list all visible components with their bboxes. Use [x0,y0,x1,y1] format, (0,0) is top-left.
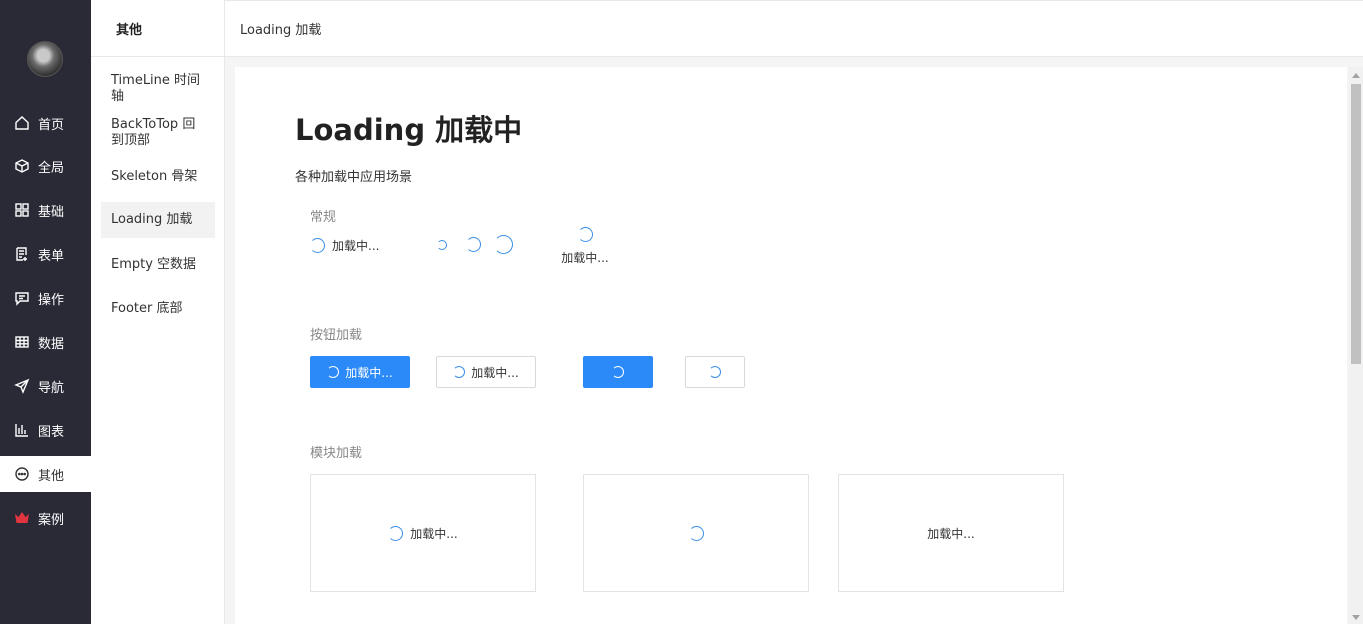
nav-item-global[interactable]: 全局 [0,148,91,184]
submenu-title: 其他 [91,0,224,57]
scrollbar-thumb[interactable] [1351,84,1361,364]
nav-item-other[interactable]: 其他 [0,456,91,492]
cube-icon [14,158,30,174]
nav-item-home[interactable]: 首页 [0,105,91,141]
submenu: 其他 TimeLine 时间轴 BackToTop 回到顶部 Skeleton … [91,0,225,624]
button-label: 加载中... [345,365,393,380]
loading-block-spinner-only [583,474,809,592]
main-nav: 首页 全局 基础 表单 操作 数据 导航 图表 其他 案例 [0,0,91,624]
loading-block-text-only: 加载中... [838,474,1064,592]
section-label-block: 模块加载 [310,446,363,461]
nav-item-operation[interactable]: 操作 [0,280,91,316]
spinner-icon [453,366,466,378]
nav-item-basic[interactable]: 基础 [0,192,91,228]
spinner-icon [388,525,404,541]
nav-item-data[interactable]: 数据 [0,324,91,360]
chat-icon [14,290,30,306]
page-title: Loading 加载中 [295,113,523,147]
nav-item-chart[interactable]: 图表 [0,412,91,448]
nav-item-label: 首页 [38,117,65,133]
nav-item-case[interactable]: 案例 [0,500,91,536]
loading-text: 加载中... [410,526,458,541]
nav-item-form[interactable]: 表单 [0,236,91,272]
send-icon [14,378,30,394]
nav-item-label: 导航 [38,380,65,396]
form-icon [14,246,30,262]
section-label-normal: 常规 [310,210,337,225]
bar-chart-icon [14,422,30,438]
page-description: 各种加载中应用场景 [295,170,413,185]
grid-icon [14,202,30,218]
submenu-item-backtotop[interactable]: BackToTop 回到顶部 [101,116,215,150]
button-label: 加载中... [471,365,519,380]
loading-default-icon-button[interactable] [685,356,745,388]
spinner-icon [310,238,325,253]
home-icon [14,115,30,131]
submenu-item-timeline[interactable]: TimeLine 时间轴 [101,73,215,104]
vertical-loading: 加载中... [557,227,613,266]
crown-icon [14,510,30,526]
nav-item-label: 全局 [38,160,65,176]
spinner-icon [709,366,721,378]
spinner-icon [612,366,624,378]
section-label-button: 按钮加载 [310,328,363,343]
scroll-up-icon[interactable] [1352,73,1360,78]
table-icon [14,334,30,350]
nav-item-label: 基础 [38,204,65,220]
submenu-item-footer[interactable]: Footer 底部 [101,299,215,319]
spinner-icon [327,366,340,378]
nav-item-navigation[interactable]: 导航 [0,368,91,404]
avatar[interactable] [27,41,63,77]
nav-item-label: 数据 [38,336,65,352]
loading-default-button[interactable]: 加载中... [436,356,536,388]
loading-block-with-text: 加载中... [310,474,536,592]
nav-item-label: 表单 [38,248,65,264]
nav-item-label: 操作 [38,292,65,308]
more-icon [14,466,30,482]
scroll-down-icon[interactable] [1352,615,1360,620]
spinner-icon [577,227,593,242]
submenu-item-empty[interactable]: Empty 空数据 [101,255,215,275]
content-card: Loading 加载中 各种加载中应用场景 常规 加载中... 加载中... 按… [235,67,1347,624]
loading-text: 加载中... [332,239,380,253]
inline-loading: 加载中... [310,237,379,254]
loading-primary-icon-button[interactable] [583,356,653,388]
breadcrumb: Loading 加载 [225,0,1363,57]
scrollbar[interactable] [1349,67,1363,624]
submenu-item-loading[interactable]: Loading 加载 [101,202,215,238]
loading-primary-button[interactable]: 加载中... [310,356,410,388]
loading-text: 加载中... [927,526,975,541]
nav-item-label: 其他 [38,468,65,484]
breadcrumb-current: Loading 加载 [240,23,322,38]
loading-text: 加载中... [561,251,609,265]
spinner-small-icon [437,240,447,250]
nav-item-label: 案例 [38,512,65,528]
nav-item-label: 图表 [38,424,65,440]
submenu-item-skeleton[interactable]: Skeleton 骨架 [101,167,215,187]
spinner-large-icon [494,235,513,254]
spinner-medium-icon [466,237,481,252]
spinner-icon [688,525,704,541]
